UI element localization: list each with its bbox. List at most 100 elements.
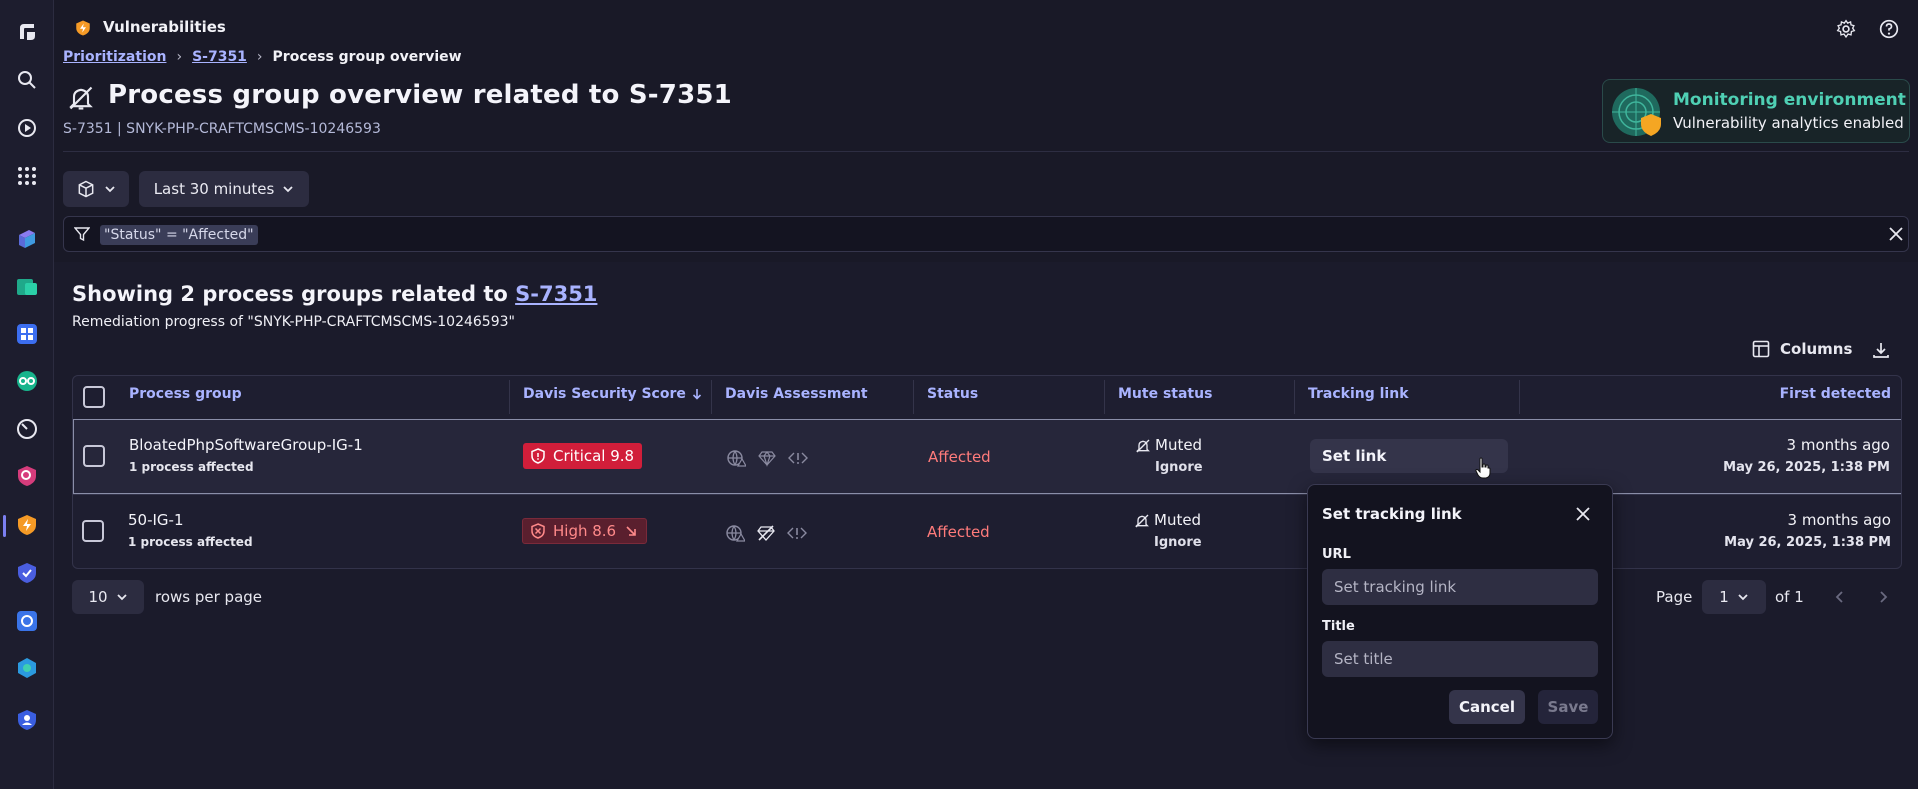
cube-icon	[76, 179, 96, 199]
app-title: Vulnerabilities	[103, 18, 226, 36]
page-select[interactable]: 1	[1702, 580, 1766, 614]
chevron-down-icon	[1737, 591, 1749, 603]
popover-title: Set tracking link	[1322, 505, 1462, 523]
monitoring-title: Monitoring environment	[1673, 90, 1906, 110]
row-checkbox[interactable]	[83, 445, 105, 467]
breadcrumb-s7351-link[interactable]: S-7351	[192, 49, 247, 65]
url-label: URL	[1322, 547, 1351, 562]
header-process-group[interactable]: Process group	[129, 386, 242, 402]
next-page-icon[interactable]	[1877, 590, 1889, 604]
page-value: 1	[1719, 588, 1729, 606]
table-row[interactable]: 50-IG-1 1 process affected High 8.6 Affe…	[73, 494, 1901, 568]
header-divider	[63, 151, 1909, 152]
shield-x-icon	[531, 523, 545, 539]
header-davis-assessment[interactable]: Davis Assessment	[725, 386, 868, 402]
process-group-name[interactable]: 50-IG-1	[128, 511, 184, 529]
apps-grid-icon[interactable]	[13, 162, 41, 190]
header-first-detected[interactable]: First detected	[1780, 386, 1891, 402]
breadcrumb-prioritization-link[interactable]: Prioritization	[63, 49, 166, 65]
threat-protection-app-icon[interactable]	[13, 706, 41, 734]
rows-per-page-label: rows per page	[155, 588, 263, 606]
column-separator	[711, 380, 712, 414]
mute-status: Muted	[1155, 436, 1203, 454]
title-input[interactable]	[1322, 641, 1598, 677]
dashboards-app-icon[interactable]	[13, 320, 41, 348]
arrow-down-right-icon	[624, 524, 638, 538]
discovery-app-icon[interactable]	[13, 654, 41, 682]
vulnerabilities-app-icon[interactable]	[13, 511, 41, 539]
row-checkbox[interactable]	[82, 520, 104, 542]
shield-icon	[531, 448, 545, 464]
muted-bell-icon	[67, 84, 95, 112]
filter-token[interactable]: "Status" = "Affected"	[100, 225, 258, 245]
column-separator	[509, 380, 510, 414]
breadcrumb-separator: ›	[176, 49, 183, 65]
synthetic-app-icon[interactable]	[13, 367, 41, 395]
cancel-button[interactable]: Cancel	[1449, 690, 1525, 724]
kubernetes-app-icon[interactable]	[13, 607, 41, 635]
filter-funnel-icon	[74, 226, 90, 242]
select-all-checkbox[interactable]	[83, 386, 105, 408]
first-detected-relative: 3 months ago	[1787, 511, 1891, 529]
columns-label: Columns	[1780, 340, 1853, 358]
process-count: 1 process affected	[129, 460, 254, 474]
url-input[interactable]	[1322, 569, 1598, 605]
save-button[interactable]: Save	[1538, 690, 1598, 724]
column-separator	[913, 380, 914, 414]
play-circle-icon[interactable]	[13, 114, 41, 142]
mute-status: Muted	[1154, 511, 1202, 529]
logs-app-icon[interactable]	[13, 273, 41, 301]
dynatrace-logo-icon[interactable]	[13, 18, 41, 46]
settings-gear-icon[interactable]	[1836, 19, 1856, 39]
header-status[interactable]: Status	[927, 386, 978, 402]
data-assets-off-icon	[757, 524, 775, 542]
assessment-icons	[725, 524, 807, 542]
page-subtitle: S-7351 | SNYK-PHP-CRAFTCMSCMS-10246593	[63, 121, 381, 137]
public-network-icon	[726, 449, 746, 467]
timeframe-label: Last 30 minutes	[153, 180, 275, 198]
status-affected: Affected	[927, 523, 990, 541]
header-davis-score[interactable]: Davis Security Score	[523, 386, 702, 402]
high-score-badge: High 8.6	[522, 518, 648, 544]
results-heading-link[interactable]: S-7351	[515, 282, 597, 306]
previous-page-icon[interactable]	[1834, 590, 1846, 604]
columns-icon	[1752, 340, 1770, 358]
breadcrumb-separator: ›	[256, 49, 263, 65]
page-label: Page	[1656, 588, 1693, 606]
column-separator	[1104, 380, 1105, 414]
set-tracking-link-popover: Set tracking link URL Title Cancel Save	[1307, 484, 1613, 739]
process-group-name[interactable]: BloatedPhpSoftwareGroup-IG-1	[129, 436, 363, 454]
header-tracking-link[interactable]: Tracking link	[1308, 386, 1409, 402]
rows-per-page-select[interactable]: 10	[72, 580, 144, 614]
breadcrumb: Prioritization › S-7351 › Process group …	[63, 49, 462, 65]
search-icon[interactable]	[13, 66, 41, 94]
public-network-icon	[725, 524, 745, 542]
compliance-app-icon[interactable]	[13, 559, 41, 587]
close-icon[interactable]	[1574, 505, 1592, 523]
monitoring-environment-card: Monitoring environment Vulnerability ana…	[1602, 79, 1910, 143]
process-groups-table: Process group Davis Security Score Davis…	[72, 375, 1902, 569]
table-header-row: Process group Davis Security Score Davis…	[73, 376, 1901, 418]
clock-app-icon[interactable]	[13, 415, 41, 443]
table-row[interactable]: BloatedPhpSoftwareGroup-IG-1 1 process a…	[73, 419, 1901, 494]
filter-bar[interactable]: "Status" = "Affected"	[63, 216, 1909, 252]
timeframe-dropdown[interactable]: Last 30 minutes	[139, 171, 309, 207]
columns-button[interactable]: Columns	[1752, 340, 1852, 358]
muted-bell-icon	[1135, 438, 1151, 454]
score-label: High 8.6	[553, 522, 617, 540]
infrastructure-app-icon[interactable]	[13, 225, 41, 253]
header-mute-status[interactable]: Mute status	[1118, 386, 1212, 402]
data-assets-icon	[758, 449, 776, 467]
score-label: Critical 9.8	[553, 447, 635, 465]
monitoring-subtitle: Vulnerability analytics enabled	[1673, 114, 1904, 132]
left-nav-rail	[0, 0, 54, 789]
radar-shield-icon	[1611, 86, 1665, 138]
rows-per-page-value: 10	[88, 588, 108, 606]
download-icon[interactable]	[1872, 341, 1890, 359]
help-icon[interactable]	[1879, 19, 1899, 39]
clear-filter-icon[interactable]	[1888, 226, 1904, 242]
entity-scope-dropdown[interactable]	[63, 171, 129, 207]
assessment-icons	[726, 449, 808, 467]
rail-active-indicator	[3, 515, 6, 537]
security-investigator-icon[interactable]	[13, 462, 41, 490]
